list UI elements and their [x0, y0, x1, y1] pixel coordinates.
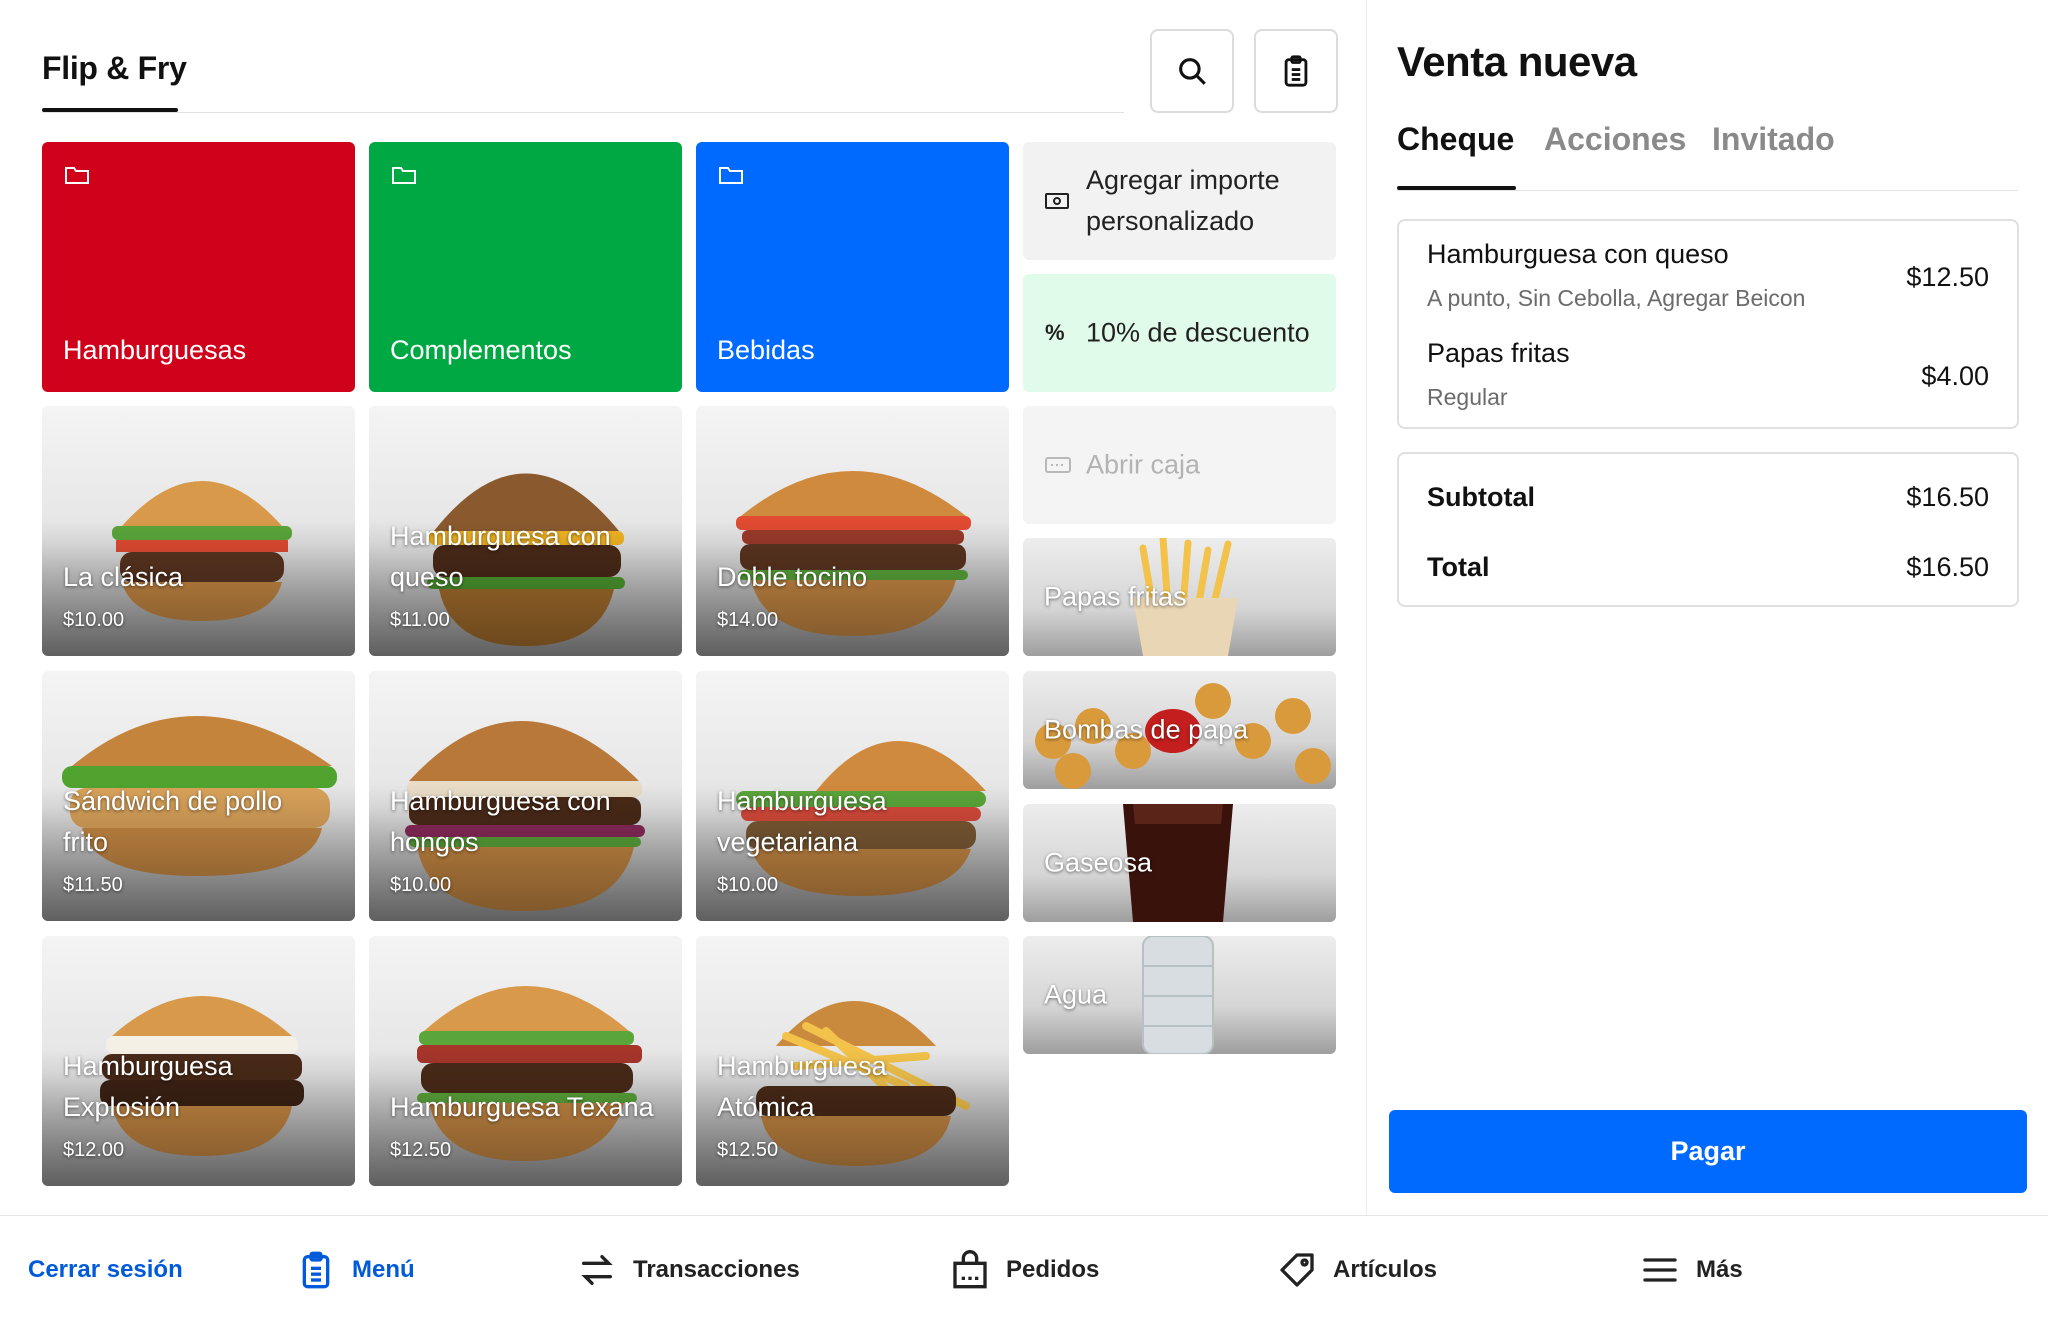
- item-tile[interactable]: Sándwich de pollo frito $11.50: [42, 671, 355, 921]
- total-label: Total: [1427, 552, 1490, 582]
- item-name: Hamburguesa Atómica: [717, 1051, 887, 1122]
- nav-orders[interactable]: Pedidos: [950, 1216, 1099, 1323]
- nav-items[interactable]: Artículos: [1277, 1216, 1437, 1323]
- item-tile[interactable]: Doble tocino $14.00: [696, 406, 1009, 656]
- order-lines-card: Hamburguesa con queso A punto, Sin Cebol…: [1397, 219, 2019, 429]
- sale-pane: Venta nueva Cheque Acciones Invitado Ham…: [1366, 0, 2048, 1215]
- folder-icon: [392, 167, 416, 184]
- item-tile[interactable]: Hamburguesa Atómica $12.50: [696, 936, 1009, 1186]
- swap-arrows-icon: [581, 1254, 613, 1285]
- item-tile[interactable]: Hamburguesa vegetariana $10.00: [696, 671, 1009, 921]
- cash-icon: [1045, 193, 1069, 209]
- category-bebidas[interactable]: Bebidas: [696, 142, 1009, 392]
- folder-icon: [65, 167, 89, 184]
- line-item-price: $12.50: [1906, 262, 1989, 292]
- nav-label: Artículos: [1333, 1255, 1438, 1283]
- tab-invitado[interactable]: Invitado: [1712, 121, 1835, 158]
- store-tab[interactable]: Flip & Fry: [42, 50, 187, 87]
- clipboard-icon: [1284, 55, 1308, 87]
- open-drawer-label: Abrir caja: [1086, 449, 1201, 480]
- nav-label: Pedidos: [1006, 1255, 1100, 1283]
- item-name: Hamburguesa Texana: [390, 1092, 654, 1122]
- item-tile-side[interactable]: Agua: [1023, 936, 1336, 1054]
- tab-cheque[interactable]: Cheque: [1397, 121, 1514, 158]
- line-item-name: Papas fritas: [1427, 338, 1570, 368]
- subtotal-label: Subtotal: [1427, 482, 1535, 512]
- nav-transactions[interactable]: Transacciones: [577, 1216, 800, 1323]
- item-price: $11.50: [63, 874, 123, 896]
- nav-menu[interactable]: Menú: [296, 1216, 415, 1323]
- clipboard-icon: [302, 1251, 330, 1288]
- folder-icon: [719, 167, 743, 184]
- item-price: $10.00: [63, 609, 125, 631]
- percent-icon: %: [1045, 320, 1065, 345]
- discount-button[interactable]: % 10% de descuento: [1023, 274, 1336, 392]
- line-item-modifiers: Regular: [1427, 384, 1508, 410]
- shopping-bag-icon: [953, 1249, 987, 1288]
- item-name: Hamburguesa vegetariana: [717, 786, 887, 857]
- item-tile[interactable]: Hamburguesa con queso $11.00: [369, 406, 682, 656]
- item-name: Doble tocino: [717, 562, 868, 592]
- search-icon: [1179, 58, 1206, 85]
- item-name: La clásica: [63, 562, 184, 592]
- item-price: $14.00: [717, 609, 779, 631]
- item-price: $12.50: [390, 1139, 452, 1161]
- category-label: Hamburguesas: [63, 335, 247, 365]
- category-label: Bebidas: [717, 335, 815, 365]
- item-name: Papas fritas: [1044, 581, 1187, 612]
- nav-label: Más: [1696, 1255, 1743, 1283]
- nav-label: Menú: [352, 1255, 415, 1283]
- item-tile-side[interactable]: Bombas de papa: [1023, 671, 1336, 789]
- item-name: Bombas de papa: [1044, 714, 1249, 745]
- line-item-name: Hamburguesa con queso: [1427, 239, 1729, 269]
- sale-title: Venta nueva: [1397, 38, 1637, 85]
- item-tile[interactable]: Hamburguesa con hongos $10.00: [369, 671, 682, 921]
- tag-icon: [1280, 1252, 1314, 1287]
- open-orders-button[interactable]: [1254, 29, 1338, 113]
- item-price: $12.50: [717, 1139, 779, 1161]
- item-price: $11.00: [390, 609, 450, 631]
- search-button[interactable]: [1150, 29, 1234, 113]
- category-hamburguesas[interactable]: Hamburguesas: [42, 142, 355, 392]
- item-tile[interactable]: Hamburguesa Texana $12.50: [369, 936, 682, 1186]
- item-name: Hamburguesa con queso: [390, 521, 611, 592]
- category-complementos[interactable]: Complementos: [369, 142, 682, 392]
- custom-amount-button[interactable]: Agregar importe personalizado: [1023, 142, 1336, 260]
- item-name: Gaseosa: [1044, 847, 1153, 878]
- cash-drawer-icon: [1045, 457, 1071, 473]
- tab-acciones[interactable]: Acciones: [1544, 121, 1686, 158]
- nav-sign-out[interactable]: Cerrar sesión: [28, 1216, 183, 1323]
- total-value: $16.50: [1906, 552, 1989, 582]
- nav-label: Cerrar sesión: [28, 1255, 183, 1283]
- divider: [42, 112, 1124, 113]
- item-price: $10.00: [390, 874, 452, 896]
- line-item-modifiers: A punto, Sin Cebolla, Agregar Beicon: [1427, 285, 1806, 311]
- hamburger-menu-icon: [1643, 1257, 1677, 1282]
- item-price: $10.00: [717, 874, 779, 896]
- category-label: Complementos: [390, 335, 572, 365]
- item-tile-side[interactable]: Papas fritas: [1023, 538, 1336, 656]
- item-price: $12.00: [63, 1139, 125, 1161]
- divider: [1397, 190, 2018, 191]
- nav-more[interactable]: Más: [1640, 1216, 1743, 1323]
- subtotal-value: $16.50: [1906, 482, 1989, 512]
- item-tile[interactable]: La clásica $10.00: [42, 406, 355, 656]
- item-name: Hamburguesa Explosión: [63, 1051, 233, 1122]
- line-item-price: $4.00: [1921, 361, 1989, 391]
- totals-card: Subtotal $16.50 Total $16.50: [1397, 452, 2019, 607]
- item-name: Sándwich de pollo frito: [63, 786, 283, 857]
- item-name: Agua: [1044, 979, 1108, 1010]
- bottom-nav: Cerrar sesión Menú Transacciones Pedidos…: [0, 1215, 2048, 1323]
- item-tile[interactable]: Hamburguesa Explosión $12.00: [42, 936, 355, 1186]
- discount-label: 10% de descuento: [1086, 317, 1310, 348]
- open-drawer-button[interactable]: Abrir caja: [1023, 406, 1336, 524]
- custom-amount-label: Agregar importe personalizado: [1086, 165, 1280, 236]
- nav-label: Transacciones: [633, 1255, 800, 1283]
- item-name: Hamburguesa con hongos: [390, 786, 611, 857]
- menu-pane: Flip & Fry Hamburguesas Complementos Beb…: [0, 0, 1366, 1215]
- item-tile-side[interactable]: Gaseosa: [1023, 804, 1336, 922]
- pay-button[interactable]: Pagar: [1389, 1110, 2027, 1193]
